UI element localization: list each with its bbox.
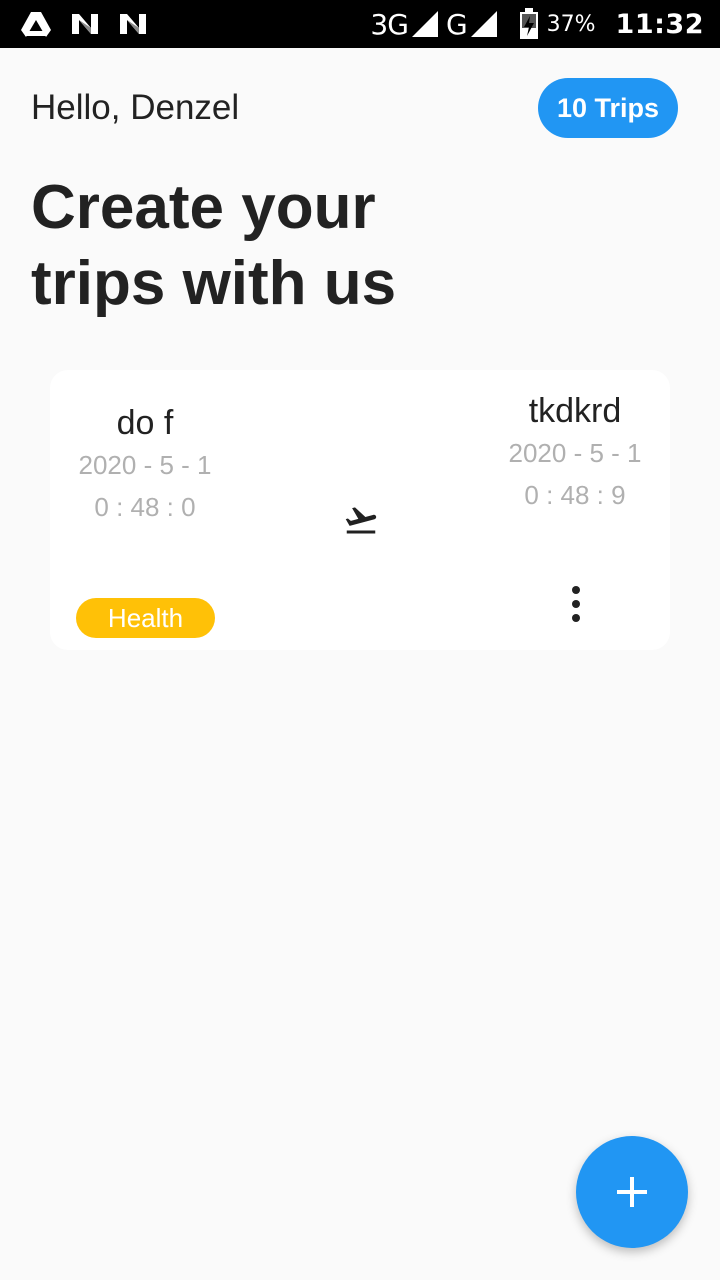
more-vert-icon-dot <box>572 586 580 594</box>
more-vert-icon-dot <box>572 600 580 608</box>
signal-icon <box>470 11 497 37</box>
signal-icon <box>411 11 438 37</box>
clock: 11:32 <box>615 8 704 40</box>
origin-city: do f <box>116 404 174 442</box>
flight-takeoff-icon <box>345 507 377 534</box>
battery-charging-icon <box>519 8 538 39</box>
destination-time: 0 : 48 : 9 <box>524 480 626 510</box>
n-notification-icon <box>120 14 146 34</box>
network-type-3g: 3G <box>370 7 409 41</box>
network-type-g: G <box>445 7 468 41</box>
status-bar-notifications <box>20 10 148 38</box>
page-title-line-1: Create your <box>31 173 376 242</box>
status-bar-system: 3G G 37% 11:32 <box>370 0 704 48</box>
more-options-button[interactable] <box>560 580 592 628</box>
origin-time: 0 : 48 : 0 <box>94 492 196 522</box>
greeting: Hello, Denzel <box>31 88 240 127</box>
trip-destination: tkdkrd 2020 - 5 - 1 0 : 48 : 9 <box>480 390 670 516</box>
drive-icon <box>21 12 51 37</box>
destination-city: tkdkrd <box>528 392 622 430</box>
page-title-line-2: trips with us <box>31 249 397 318</box>
trip-origin: do f 2020 - 5 - 1 0 : 48 : 0 <box>50 402 240 528</box>
status-bar: 3G G 37% 11:32 <box>0 0 720 48</box>
trip-card[interactable]: do f 2020 - 5 - 1 0 : 48 : 0 tkdkrd 2020… <box>50 370 670 650</box>
trips-count-badge[interactable]: 10 Trips <box>538 78 678 138</box>
plus-icon <box>617 1177 647 1207</box>
origin-date: 2020 - 5 - 1 <box>78 450 212 480</box>
more-vert-icon-dot <box>572 614 580 622</box>
n-notification-icon <box>72 14 98 34</box>
add-trip-button[interactable] <box>576 1136 688 1248</box>
category-tag: Health <box>76 598 215 638</box>
destination-date: 2020 - 5 - 1 <box>508 438 642 468</box>
page-title: Create your trips with us <box>31 170 631 322</box>
battery-percent: 37% <box>546 11 596 37</box>
